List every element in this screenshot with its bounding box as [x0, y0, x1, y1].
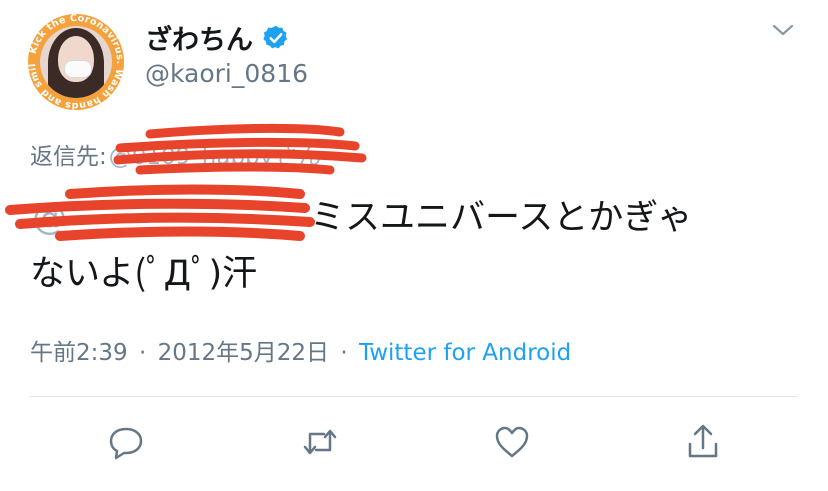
avatar[interactable]: Kick the Coronavirus. Wash hands and smi…	[28, 14, 124, 110]
reply-to-label: 返信先:	[30, 144, 107, 170]
redaction-scribble	[113, 123, 367, 175]
meta-separator: ·	[138, 340, 147, 366]
retweet-icon[interactable]	[300, 422, 340, 462]
svg-text:Kick the Coronavirus. Wash han: Kick the Coronavirus. Wash hands and smi…	[28, 14, 124, 110]
tweet-time[interactable]: 午前2:39	[30, 340, 128, 366]
reply-icon[interactable]	[106, 422, 146, 462]
share-icon[interactable]	[683, 422, 723, 462]
divider	[30, 396, 798, 397]
tweet-text-main: ミスユニバースとかぎゃ	[310, 198, 693, 238]
user-handle[interactable]: @kaori_0816	[145, 59, 308, 88]
redaction-scribble-2	[5, 184, 315, 241]
tweet-meta: 午前2:39 · 2012年5月22日 · Twitter for Androi…	[30, 333, 571, 367]
avatar-ring-text: Kick the Coronavirus. Wash hands and smi…	[28, 14, 124, 110]
display-name[interactable]: ざわちん	[145, 18, 253, 57]
chevron-down-icon[interactable]	[770, 20, 796, 40]
verified-badge-icon	[263, 25, 288, 49]
like-icon[interactable]	[492, 422, 532, 462]
tweet-date[interactable]: 2012年5月22日	[158, 340, 329, 366]
tweet-text-line-2: ないよ(ﾟДﾟ)汗	[30, 254, 258, 294]
meta-separator: ·	[340, 340, 348, 366]
tweet-source[interactable]: Twitter for Android	[359, 340, 571, 366]
